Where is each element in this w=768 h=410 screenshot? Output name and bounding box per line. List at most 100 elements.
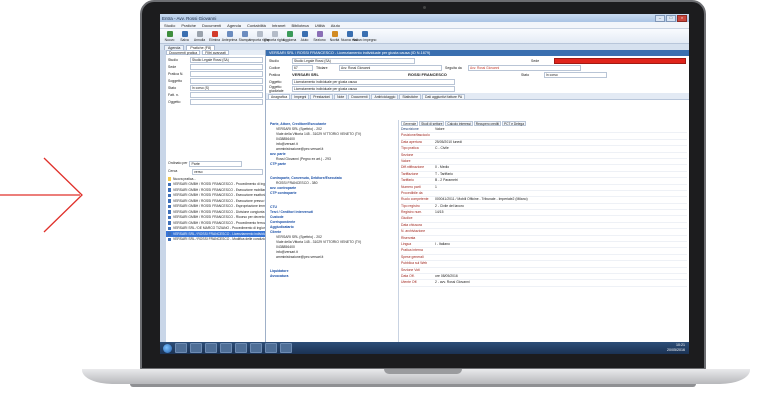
sort-select[interactable]: Parte [189,161,243,167]
list-item[interactable]: VERSARI SRL / DE MARCO TIZIANO - Procedi… [166,226,265,232]
sede-field[interactable] [554,57,686,64]
toolbar-button[interactable]: Nuovo impegno [353,30,376,42]
property-value[interactable]: I - Italiano [435,242,687,247]
property-tab[interactable]: Studi di settore [419,121,445,126]
list-item[interactable]: VERSARI GMBH / ROSSI FRANCESCO - Esecuzi… [166,198,265,204]
list-item[interactable]: VERSARI SRL / ROSSI FRANCESCO - Modifica… [166,237,265,243]
start-button[interactable] [163,343,172,353]
property-value[interactable] [435,255,687,260]
list-item[interactable]: VERSARI GMBH / ROSSI FRANCESCO - Procedi… [166,220,265,226]
property-value[interactable]: 2 - Civile del lavoro [435,204,687,209]
toolbar-button[interactable]: Elimina [208,30,221,42]
taskbar-app-icon[interactable] [205,343,217,353]
toolbar-button[interactable]: Aiuto [298,30,311,42]
taskbar-app-icon[interactable] [235,343,247,353]
maximize-button[interactable]: □ [666,14,676,22]
property-value[interactable] [435,223,687,228]
property-tab[interactable]: Generale [401,121,419,126]
menu-item[interactable]: Utilità [315,23,325,28]
oggetto-field[interactable]: Licenziamento individuale per giusta cau… [292,78,455,85]
toolbar-button[interactable]: Salva [178,30,191,42]
property-value[interactable]: C - Civile [435,146,687,151]
menu-item[interactable]: Contabilità [247,23,266,28]
list-item[interactable]: VERSARI GMBH / ROSSI FRANCESCO - Esecuzi… [166,187,265,193]
property-value[interactable]: 000041/2011 / Mobili Officine - Tribunal… [435,197,687,202]
property-value[interactable] [435,191,687,196]
property-value[interactable] [435,153,687,158]
property-value[interactable]: B - 2 Parametri [435,178,687,183]
property-value[interactable] [435,159,687,164]
toolbar-button[interactable]: Seziono [313,30,326,42]
taskbar-app-icon[interactable] [250,343,262,353]
seguito-field[interactable]: Avv. Rossi Giovanni [468,64,581,71]
subtab[interactable]: Note [334,94,348,99]
property-value[interactable] [435,236,687,241]
property-tab[interactable]: Calcolo interessi [445,121,473,126]
property-value[interactable] [435,268,687,273]
filter-field[interactable] [190,91,263,98]
property-value[interactable]: 0 - Medio [435,165,687,170]
taskbar-app-icon[interactable] [190,343,202,353]
list-item[interactable]: VERSARI GMBH / ROSSI FRANCESCO - Procedi… [166,182,265,188]
property-value[interactable]: Valore [435,127,687,132]
list-item[interactable]: VERSARI GMBH / ROSSI FRANCESCO - Espropr… [166,204,265,210]
menu-item[interactable]: Aiuto [331,23,340,28]
taskbar-app-icon[interactable] [175,343,187,353]
menu-item[interactable]: Documenti [202,23,221,28]
close-button[interactable]: × [677,14,687,22]
property-value[interactable]: ore 08/05/2016 [435,274,687,279]
menu-item[interactable]: Intranet [272,23,286,28]
taskbar-app-icon[interactable] [280,343,292,353]
studio-field[interactable]: Studio Legale Rossi (SA) [292,57,415,64]
menu-item[interactable]: Biblioteca [291,23,308,28]
property-tab[interactable]: Recupero crediti [473,121,501,126]
property-value[interactable] [435,133,687,138]
property-value[interactable] [435,261,687,266]
property-value[interactable] [435,216,687,221]
toolbar-button[interactable]: Anteprima [222,30,237,42]
subtab[interactable]: Statistiche [399,94,422,99]
subtab[interactable]: Impegni [291,94,310,99]
list-item[interactable]: VERSARI GMBH / ROSSI FRANCESCO - Divisio… [166,209,265,215]
search-input[interactable]: verso [192,169,263,175]
tree-section[interactable]: Avvocatura [268,274,396,279]
property-value[interactable]: 1 [435,185,687,190]
minimize-button[interactable]: – [655,14,665,22]
property-value[interactable]: 25/05/2010 lunedì [435,140,687,145]
subtab[interactable]: Dati aggiuntivi fatture PA [422,94,466,99]
filter-field[interactable] [190,77,263,84]
toolbar-button[interactable]: Novità [328,30,341,42]
oggetto-giudiziale-field[interactable]: Licenziamento individuale per giusta cau… [292,85,455,92]
taskbar-app-icon[interactable] [220,343,232,353]
titolare-field[interactable]: Avv. Rossi Giovanni [339,64,442,71]
subtab[interactable]: Prestazioni [310,94,334,99]
toolbar-button[interactable]: Nuovo [163,30,176,42]
property-value[interactable]: 14/15 [435,210,687,215]
property-value[interactable]: 2 - avv. Rossi Giovanni [435,280,687,285]
property-value[interactable] [435,248,687,253]
subtab[interactable]: Antiriciclaggio [371,94,399,99]
property-value[interactable] [435,229,687,234]
stato-field[interactable]: In corso [544,71,607,78]
filter-field[interactable]: Studio Legale Rossi (SA) [190,56,263,63]
toolbar-button[interactable]: Esporta righe [264,30,285,42]
subtab[interactable]: Anagrafica [268,94,291,99]
toolbar-button[interactable]: Annulla [193,30,206,42]
menu-item[interactable]: Studio [164,23,175,28]
codice-field[interactable]: 67 [292,64,313,71]
property-tab[interactable]: PCT e Delega [502,121,526,126]
list-item[interactable]: VERSARI GMBH / ROSSI FRANCESCO - Ricorso… [166,215,265,221]
property-value[interactable]: T - Tariffario [435,172,687,177]
toolbar-button[interactable]: Aggiorna [283,30,296,42]
list-item[interactable]: VERSARI SRL / ROSSI FRANCESCO - Licenzia… [166,231,265,237]
taskbar-app-icon[interactable] [265,343,277,353]
menu-item[interactable]: Agenda [227,23,241,28]
list-item[interactable]: VERSARI GMBH / ROSSI FRANCESCO - Esecuzi… [166,193,265,199]
filter-field[interactable] [190,70,263,77]
filter-field[interactable]: In corso (S) [190,84,263,91]
tab-filtri-avanzati[interactable]: Filtri avanzati [202,50,229,55]
tab-documenti-pratica[interactable]: Documenti pratica [166,50,201,55]
filter-field[interactable] [190,63,263,70]
subtab[interactable]: Documenti [348,94,371,99]
menu-item[interactable]: Pratiche [181,23,196,28]
